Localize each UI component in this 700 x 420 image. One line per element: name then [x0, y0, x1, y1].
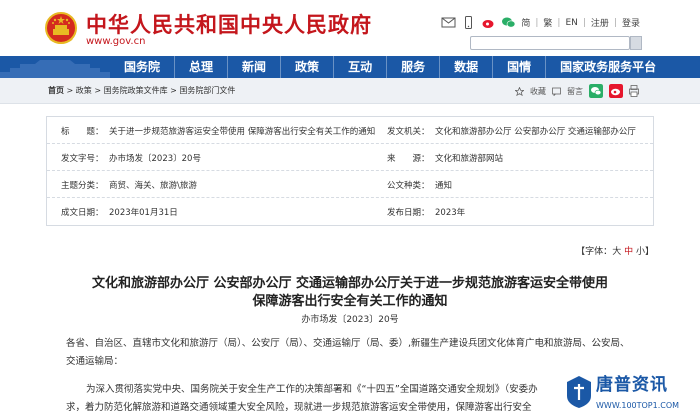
meta-value-docno: 办市场发〔2023〕20号 — [109, 154, 201, 164]
share-bar: 收藏 留言 — [515, 84, 639, 98]
meta-row-date: 成文日期： 2023年01月31日 发布日期： 2023年 — [47, 198, 653, 225]
tool-register[interactable]: 注册 — [591, 16, 609, 29]
article-para2-line1: 为深入贯彻落实党中央、国务院关于安全生产工作的决策部署和《“十四五”全国道路交通… — [86, 384, 538, 395]
mail-icon[interactable] — [441, 16, 456, 29]
tiananmen-skyline-icon — [0, 60, 110, 78]
meta-value-type: 通知 — [435, 181, 453, 191]
nav-item-policy[interactable]: 政策 — [280, 56, 333, 78]
search-input[interactable] — [470, 36, 630, 50]
nav-item-gov-service-platform[interactable]: 国家政务服务平台 — [545, 56, 670, 78]
article-title-line1: 文化和旅游部办公厅 公安部办公厅 交通运输部办公厅关于进一步规范旅游客运安全带使… — [91, 276, 609, 291]
meta-key-issuer: 发文机关： — [387, 127, 430, 137]
top-tools: 简 | 繁 | EN | 注册 | 登录 — [441, 16, 640, 29]
meta-key-docno: 发文字号： — [61, 154, 104, 164]
search-button[interactable] — [630, 36, 642, 50]
main-nav: 国务院 总理 新闻 政策 互动 服务 数据 国情 国家政务服务平台 — [0, 56, 700, 78]
font-size-prefix: 【字体： — [576, 247, 613, 257]
tool-separator: | — [582, 17, 586, 28]
meta-key-type: 公文种类： — [387, 181, 430, 191]
nav-item-premier[interactable]: 总理 — [174, 56, 227, 78]
article-para2-line2: 求，着力防范化解旅游和道路交通领域重大安全风险，现就进一步规范旅游客运安全带使用… — [66, 402, 532, 413]
nav-item-data[interactable]: 数据 — [439, 56, 492, 78]
font-size-selector: 【字体：大 中 小】 — [576, 244, 654, 257]
meta-value-source: 文化和旅游部网站 — [435, 154, 504, 164]
watermark: 唐普资讯 WWW.100TOP1.COM — [562, 368, 700, 420]
site-header: 中华人民共和国中央人民政府 www.gov.cn 简 | 繁 | EN | 注册… — [0, 0, 700, 56]
article-doc-number: 办市场发〔2023〕20号 — [301, 315, 399, 325]
meta-key-date: 成文日期： — [61, 208, 104, 218]
breadcrumb-home[interactable]: 首页 — [48, 86, 64, 95]
breadcrumb-policy[interactable]: 政策 — [76, 86, 92, 95]
message-link[interactable]: 留言 — [567, 86, 583, 97]
message-icon[interactable] — [552, 87, 561, 96]
watermark-logo-icon — [567, 376, 591, 408]
meta-key-topic: 主题分类： — [61, 181, 104, 191]
breadcrumb: 首页 > 政策 > 国务院政策文件库 > 国务院部门文件 — [48, 85, 235, 96]
breadcrumb-dept-docs[interactable]: 国务院部门文件 — [179, 86, 235, 95]
breadcrumb-policy-library[interactable]: 国务院政策文件库 — [104, 86, 168, 95]
meta-key-title: 标 题： — [61, 127, 104, 137]
print-icon[interactable] — [629, 85, 639, 97]
tool-separator: | — [557, 17, 561, 28]
meta-value-date: 2023年01月31日 — [109, 208, 178, 218]
tool-separator: | — [535, 17, 539, 28]
star-icon[interactable] — [515, 86, 524, 96]
meta-key-pubdate: 发布日期： — [387, 208, 430, 218]
watermark-text: 唐普资讯 — [596, 375, 668, 395]
meta-value-topic: 商贸、海关、旅游\旅游 — [109, 181, 197, 191]
meta-value-title: 关于进一步规范旅游客运安全带使用 保障游客出行安全有关工作的通知 — [109, 127, 376, 137]
article-para1-line2: 交通运输局： — [66, 356, 124, 367]
font-size-large[interactable]: 大 — [612, 247, 621, 257]
weibo-share-icon[interactable] — [609, 84, 623, 98]
meta-key-source: 来 源： — [387, 154, 430, 164]
font-size-small[interactable]: 小 — [636, 247, 645, 257]
document-meta-table: 标 题： 关于进一步规范旅游客运安全带使用 保障游客出行安全有关工作的通知 发文… — [46, 116, 654, 226]
site-title[interactable]: 中华人民共和国中央人民政府 — [86, 9, 372, 39]
tool-login[interactable]: 登录 — [622, 16, 640, 29]
tool-separator: | — [613, 17, 617, 28]
collect-link[interactable]: 收藏 — [530, 86, 546, 97]
nav-item-news[interactable]: 新闻 — [227, 56, 280, 78]
meta-row-title: 标 题： 关于进一步规范旅游客运安全带使用 保障游客出行安全有关工作的通知 发文… — [47, 117, 653, 144]
wechat-icon[interactable] — [501, 16, 516, 29]
article-title-line2: 保障游客出行安全有关工作的通知 — [252, 294, 448, 309]
tool-traditional[interactable]: 繁 — [543, 16, 552, 29]
tool-simplified[interactable]: 简 — [521, 16, 530, 29]
breadcrumb-separator: > — [91, 86, 104, 95]
national-emblem-icon[interactable] — [44, 11, 78, 47]
watermark-url: WWW.100TOP1.COM — [596, 401, 680, 410]
nav-item-services[interactable]: 服务 — [386, 56, 439, 78]
nav-item-interaction[interactable]: 互动 — [333, 56, 386, 78]
breadcrumb-bar: 首页 > 政策 > 国务院政策文件库 > 国务院部门文件 收藏 留言 — [0, 78, 700, 104]
meta-value-issuer: 文化和旅游部办公厅 公安部办公厅 交通运输部办公厅 — [435, 127, 636, 137]
breadcrumb-separator: > — [64, 86, 76, 95]
nav-items: 国务院 总理 新闻 政策 互动 服务 数据 国情 国家政务服务平台 — [110, 56, 670, 78]
site-url[interactable]: www.gov.cn — [86, 36, 145, 47]
weibo-icon[interactable] — [481, 16, 496, 29]
tool-english[interactable]: EN — [565, 18, 577, 28]
mobile-icon[interactable] — [461, 16, 476, 29]
article-para1-line1: 各省、自治区、直辖市文化和旅游厅（局）、公安厅（局）、交通运输厅（局、委）,新疆… — [66, 338, 630, 349]
nav-item-national-info[interactable]: 国情 — [492, 56, 545, 78]
meta-row-docno: 发文字号： 办市场发〔2023〕20号 来 源： 文化和旅游部网站 — [47, 144, 653, 171]
font-size-suffix: 】 — [644, 247, 654, 257]
font-size-medium[interactable]: 中 — [624, 247, 633, 257]
wechat-share-icon[interactable] — [589, 84, 603, 98]
breadcrumb-separator: > — [167, 86, 180, 95]
meta-value-pubdate: 2023年 — [435, 208, 466, 218]
nav-item-state-council[interactable]: 国务院 — [110, 56, 174, 78]
meta-row-topic: 主题分类： 商贸、海关、旅游\旅游 公文种类： 通知 — [47, 171, 653, 198]
